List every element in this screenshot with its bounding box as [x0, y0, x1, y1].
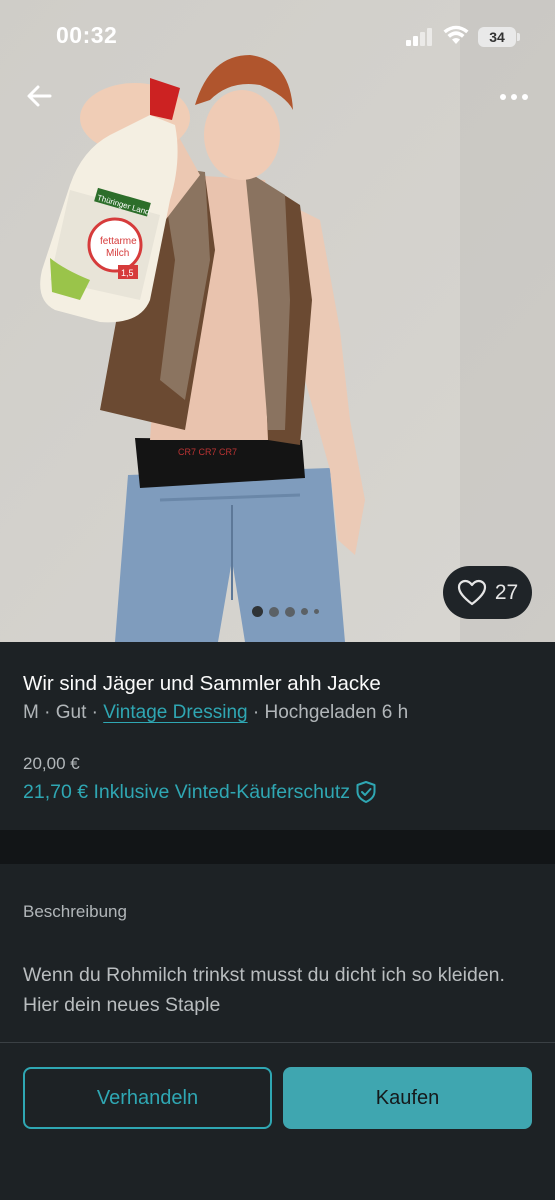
section-spacer [0, 830, 555, 864]
seller-link[interactable]: Vintage Dressing [103, 702, 247, 723]
buyer-protection-price[interactable]: 21,70 € Inklusive Vinted-Käuferschutz [23, 780, 377, 804]
item-price: 20,00 € [23, 754, 80, 773]
pagination-dot[interactable] [269, 606, 279, 617]
description-text: Wenn du Rohmilch trinkst musst du dicht … [23, 964, 505, 1016]
status-time: 00:32 [56, 22, 118, 48]
meta-separator: · [38, 702, 56, 723]
svg-text:Milch: Milch [106, 248, 129, 259]
status-bar: 00:32 34 [0, 0, 555, 72]
item-title: Wir sind Jäger und Sammler ahh Jacke [23, 672, 381, 695]
wifi-icon [443, 25, 469, 44]
cellular-signal-icon [406, 28, 432, 46]
description-section: Beschreibung Wenn du Rohmilch trinkst mu… [0, 864, 555, 1042]
negotiate-button[interactable]: Verhandeln [23, 1067, 272, 1129]
pagination-dot[interactable] [301, 608, 308, 615]
image-pagination-dots[interactable] [252, 606, 319, 617]
item-size: M [23, 702, 39, 723]
buy-button[interactable]: Kaufen [283, 1067, 532, 1129]
product-image: CR7 CR7 CR7 Thüringer Land fettarme Milc… [0, 0, 555, 642]
upload-time: Hochgeladen 6 h [264, 702, 409, 723]
back-arrow-icon[interactable] [22, 80, 56, 112]
action-bar: Verhandeln Kaufen [0, 1043, 555, 1200]
favorite-count: 27 [494, 580, 519, 604]
favorite-button[interactable]: 27 [443, 566, 532, 619]
heart-icon [457, 579, 486, 606]
meta-separator: · [86, 702, 104, 723]
item-meta: M · Gut · Vintage Dressing · Hochgeladen… [23, 702, 408, 724]
svg-text:1,5: 1,5 [121, 268, 134, 278]
meta-separator: · [247, 702, 265, 723]
more-options-icon[interactable] [494, 82, 534, 112]
pagination-dot[interactable] [314, 609, 319, 614]
battery-icon: 34 [478, 27, 520, 47]
buyer-protection-price-text: 21,70 € Inklusive Vinted-Käuferschutz [23, 780, 351, 803]
svg-text:CR7 CR7 CR7: CR7 CR7 CR7 [178, 447, 237, 457]
pagination-dot[interactable] [285, 606, 295, 617]
product-photo[interactable]: CR7 CR7 CR7 Thüringer Land fettarme Milc… [0, 0, 555, 642]
description-label: Beschreibung [23, 902, 127, 921]
item-condition: Gut [55, 702, 87, 723]
shield-check-icon [356, 781, 376, 803]
item-info-section: Wir sind Jäger und Sammler ahh Jacke M ·… [0, 642, 555, 830]
svg-text:fettarme: fettarme [100, 236, 137, 247]
pagination-dot[interactable] [252, 606, 263, 617]
